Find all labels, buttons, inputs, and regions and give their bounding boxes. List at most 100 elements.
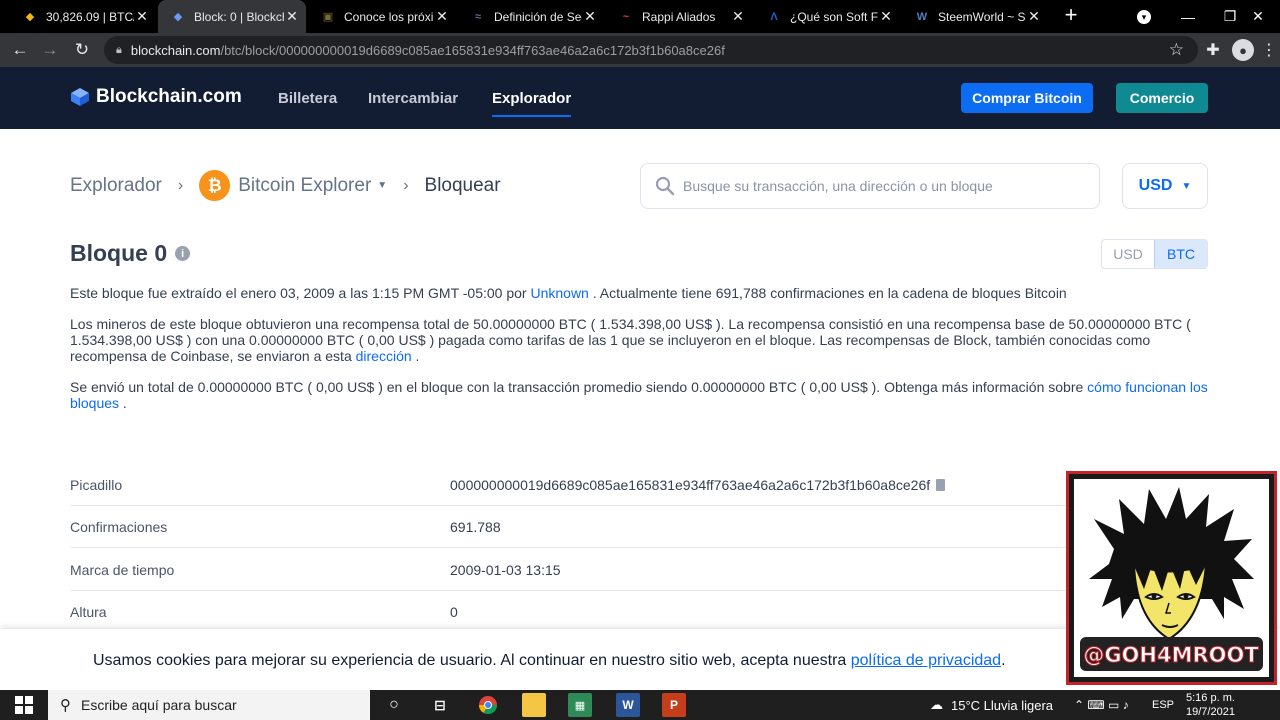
breadcrumb-bitcoin-explorer[interactable]: Bitcoin Explorer bbox=[238, 175, 371, 197]
browser-tab[interactable]: ≈ Definición de Seg ✕ bbox=[458, 0, 604, 33]
powerpoint-icon[interactable]: P bbox=[662, 693, 686, 717]
search-icon bbox=[655, 176, 675, 196]
detail-value: 000000000019d6689c085ae165831e934ff763ae… bbox=[450, 477, 946, 493]
word-icon[interactable]: W bbox=[616, 693, 640, 717]
miner-link[interactable]: Unknown bbox=[530, 285, 588, 301]
address-bar[interactable]: 🔒︎ blockchain.com/btc/block/000000000019… bbox=[104, 36, 1198, 64]
reward-paragraph: Los mineros de este bloque obtuvieron un… bbox=[70, 316, 1210, 364]
caret-down-icon[interactable]: ▼ bbox=[377, 180, 387, 191]
bitcoin-coin-icon: ₿ bbox=[199, 170, 231, 201]
detail-row-hash: Picadillo 000000000019d6689c085ae165831e… bbox=[70, 464, 1070, 506]
tab-close-icon[interactable]: ✕ bbox=[284, 8, 300, 25]
tab-close-icon[interactable]: ✕ bbox=[134, 8, 150, 25]
total-text: Se envió un total de 0.00000000 BTC ( 0,… bbox=[70, 379, 1088, 395]
file-explorer-icon[interactable] bbox=[522, 693, 546, 717]
windows-taskbar: ⚲ Escribe aquí para buscar ○ ⊟ ▦ W P ☁ 1… bbox=[0, 690, 1280, 720]
browser-tab[interactable]: ◆ 30,826.09 | BTC/✕ bbox=[10, 0, 156, 33]
search-placeholder: Busque su transacción, una dirección o u… bbox=[683, 178, 993, 194]
currency-value: USD bbox=[1138, 177, 1173, 194]
tab-favicon-icon: ~ bbox=[622, 10, 630, 23]
tab-close-icon[interactable]: ✕ bbox=[1026, 8, 1042, 25]
tab-search-icon[interactable]: ▾ bbox=[1122, 0, 1166, 33]
detail-key: Marca de tiempo bbox=[70, 562, 175, 578]
forward-icon[interactable]: → bbox=[38, 38, 62, 62]
lock-icon: 🔒︎ bbox=[116, 43, 122, 56]
tab-title: ¿Qué son Soft For bbox=[790, 9, 878, 24]
copy-icon[interactable] bbox=[936, 479, 946, 491]
nav-explorador[interactable]: Explorador bbox=[492, 90, 572, 117]
language-indicator[interactable]: ESP bbox=[1152, 690, 1174, 720]
profile-avatar-icon[interactable]: ● bbox=[1232, 39, 1254, 61]
windows-start-icon[interactable] bbox=[12, 693, 36, 717]
nav-billetera[interactable]: Billetera bbox=[278, 90, 337, 107]
tray-icons[interactable]: ⌃ ⌨ ▭ ♪ bbox=[1074, 690, 1129, 720]
breadcrumb-explorador[interactable]: Explorador bbox=[70, 175, 162, 197]
currency-select[interactable]: USD ▼ bbox=[1122, 163, 1208, 209]
tab-close-icon[interactable]: ✕ bbox=[582, 8, 598, 25]
block-title: Bloque 0 bbox=[70, 240, 168, 266]
browser-tab[interactable]: Λ ¿Qué son Soft For✕ bbox=[754, 0, 900, 33]
watermark-avatar-image: @GOH4MROOT bbox=[1066, 471, 1277, 685]
caret-down-icon: ▼ bbox=[1181, 180, 1192, 192]
cortana-icon[interactable]: ○ bbox=[382, 693, 406, 717]
chrome-icon[interactable] bbox=[476, 693, 500, 717]
taskbar-search-input[interactable]: ⚲ Escribe aquí para buscar bbox=[48, 690, 370, 720]
taskbar-search-placeholder: Escribe aquí para buscar bbox=[81, 697, 237, 713]
reload-icon[interactable]: ↻ bbox=[70, 38, 94, 62]
search-input[interactable]: Busque su transacción, una dirección o u… bbox=[640, 163, 1100, 209]
tab-title: Definición de Seg bbox=[494, 9, 582, 24]
menu-kebab-icon[interactable]: ⋮ bbox=[1258, 39, 1280, 61]
detail-row-height: Altura 0 bbox=[70, 591, 1070, 633]
browser-tab[interactable]: ▣ Conoce los próxim ✕ bbox=[308, 0, 456, 33]
info-icon[interactable]: i bbox=[175, 246, 191, 261]
buy-bitcoin-button[interactable]: Comprar Bitcoin bbox=[961, 83, 1093, 113]
breadcrumb-current: Bloquear bbox=[424, 174, 501, 196]
task-view-icon[interactable]: ⊟ bbox=[428, 693, 452, 717]
new-tab-button[interactable]: + bbox=[1060, 4, 1082, 28]
minimize-icon[interactable]: — bbox=[1166, 0, 1210, 33]
detail-row-timestamp: Marca de tiempo 2009-01-03 13:15 bbox=[70, 549, 1070, 591]
extensions-icon[interactable]: ✚ bbox=[1202, 39, 1224, 61]
unit-toggle: USD BTC bbox=[1101, 239, 1208, 269]
calculator-icon[interactable]: ▦ bbox=[568, 693, 592, 717]
toggle-usd[interactable]: USD bbox=[1102, 240, 1154, 268]
block-summary-paragraph: Este bloque fue extraído el enero 03, 20… bbox=[70, 285, 1210, 301]
clock-date: 19/7/2021 bbox=[1186, 706, 1235, 718]
breadcrumb: Explorador › ₿ Bitcoin Explorer ▼ › Bloq… bbox=[70, 170, 501, 201]
toggle-btc[interactable]: BTC bbox=[1154, 240, 1207, 268]
trade-button[interactable]: Comercio bbox=[1116, 83, 1208, 113]
browser-tab[interactable]: ◆ Block: 0 | Blockch ✕ bbox=[158, 0, 306, 33]
url-path: /btc/block/000000000019d6689c085ae165831… bbox=[220, 42, 725, 58]
browser-tab[interactable]: W SteemWorld ~ Ste ✕ bbox=[902, 0, 1048, 33]
detail-value: 691.788 bbox=[450, 519, 501, 535]
tab-title: Block: 0 | Blockch bbox=[194, 9, 284, 24]
tab-close-icon[interactable]: ✕ bbox=[730, 8, 746, 25]
chevron-right-icon: › bbox=[177, 176, 184, 194]
tab-close-icon[interactable]: ✕ bbox=[878, 8, 894, 25]
browser-tab[interactable]: ~ Rappi Aliados ✕ bbox=[606, 0, 752, 33]
nav-intercambiar[interactable]: Intercambiar bbox=[368, 90, 458, 107]
hash-value[interactable]: 000000000019d6689c085ae165831e934ff763ae… bbox=[450, 477, 930, 493]
clock[interactable]: 5:16 p. m. 19/7/2021 bbox=[1186, 690, 1235, 720]
site-header: Blockchain.com Billetera Intercambiar Ex… bbox=[0, 67, 1280, 129]
browser-toolbar: ← → ↻ 🔒︎ blockchain.com/btc/block/000000… bbox=[0, 33, 1280, 67]
back-icon[interactable]: ← bbox=[8, 38, 32, 62]
bookmark-star-icon[interactable]: ☆ bbox=[1169, 40, 1184, 60]
tab-favicon-icon: ◆ bbox=[25, 11, 35, 23]
tab-favicon-icon: ≈ bbox=[474, 10, 482, 23]
summary-text: Este bloque fue extraído el enero 03, 20… bbox=[70, 285, 531, 301]
address-link[interactable]: dirección bbox=[356, 348, 412, 364]
close-window-icon[interactable]: ✕ bbox=[1236, 0, 1280, 33]
tab-favicon-icon: W bbox=[916, 10, 928, 23]
summary-text-end: . Actualmente tiene 691,788 confirmacion… bbox=[588, 285, 1067, 301]
tab-title: SteemWorld ~ Ste bbox=[938, 9, 1026, 24]
blockchain-logo[interactable]: Blockchain.com bbox=[70, 86, 242, 108]
detail-value: 2009-01-03 13:15 bbox=[450, 562, 561, 578]
weather-widget[interactable]: ☁ 15°C Lluvia ligera bbox=[930, 690, 1053, 720]
tab-close-icon[interactable]: ✕ bbox=[434, 8, 450, 25]
detail-value: 0 bbox=[450, 604, 458, 620]
weather-text: 15°C Lluvia ligera bbox=[951, 697, 1054, 713]
search-icon: ⚲ bbox=[60, 697, 71, 714]
browser-tab-strip: ◆ 30,826.09 | BTC/✕ ◆ Block: 0 | Blockch ✕ ▣ C… bbox=[0, 0, 1280, 33]
privacy-policy-link[interactable]: política de privacidad bbox=[851, 652, 1001, 669]
